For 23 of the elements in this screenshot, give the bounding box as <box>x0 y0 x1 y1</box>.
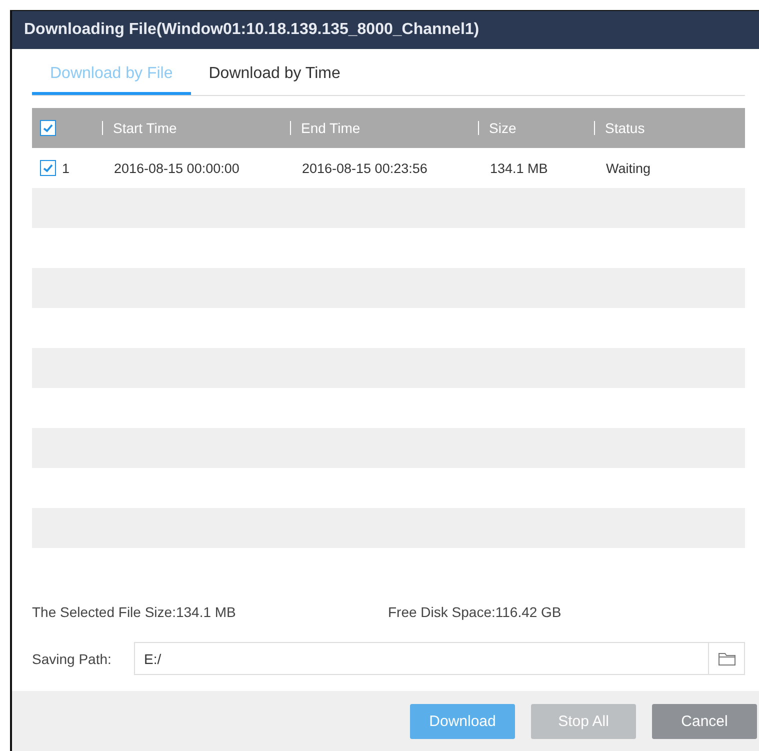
check-icon <box>42 162 54 174</box>
field-label: Saving Path: <box>32 650 112 666</box>
table-cell: 2016-08-15 00:23:56 <box>302 160 428 176</box>
tab[interactable]: Download by File <box>32 55 191 95</box>
path-field[interactable]: E:/ <box>134 642 745 675</box>
column-header[interactable]: Start Time <box>113 120 177 136</box>
table-cell: Waiting <box>606 160 651 176</box>
column-header[interactable]: End Time <box>301 120 360 136</box>
table-cell: 2016-08-15 00:00:00 <box>114 160 240 176</box>
check-icon <box>42 122 54 134</box>
tab[interactable]: Download by Time <box>190 55 358 95</box>
row-number: 1 <box>62 160 70 176</box>
folder-icon <box>718 652 736 666</box>
checkbox[interactable] <box>40 160 56 176</box>
dialog-button[interactable]: Download <box>410 704 515 738</box>
table-cell: 134.1 MB <box>490 160 548 176</box>
free-space-text: Free Disk Space:116.42 GB <box>388 604 562 620</box>
selected-size-text: The Selected File Size:134.1 MB <box>32 604 237 620</box>
column-header[interactable]: Status <box>605 120 645 136</box>
checkbox[interactable] <box>40 120 56 136</box>
column-header[interactable]: Size <box>489 120 516 136</box>
window-title: Downloading File(Window01:10.18.139.135_8000_Channel1) <box>24 21 480 39</box>
dialog-button[interactable]: Cancel <box>652 704 757 738</box>
